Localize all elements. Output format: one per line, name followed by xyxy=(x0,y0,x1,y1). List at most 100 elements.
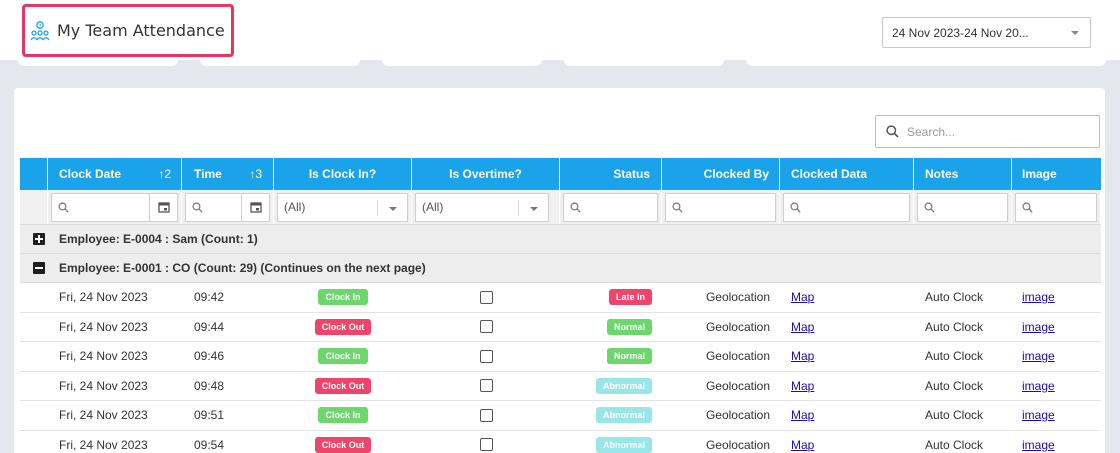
overtime-checkbox[interactable] xyxy=(479,349,493,363)
clock-type-badge: Clock In xyxy=(318,289,368,306)
clocked-by-text: Geolocation xyxy=(705,437,770,452)
cell-is-clock-in: Clock In xyxy=(274,401,412,430)
header-label: Is Overtime? xyxy=(449,167,522,181)
table-row[interactable]: Fri, 24 Nov 2023 09:54 Clock Out Abnormal Ge… xyxy=(20,430,1101,453)
cell-is-clock-in: Clock Out xyxy=(274,372,412,401)
search-icon xyxy=(192,202,203,213)
overtime-checkbox[interactable] xyxy=(479,408,493,422)
image-link[interactable]: image xyxy=(1022,349,1055,363)
row-spacer xyxy=(20,372,48,401)
cell-clocked-by: Geolocation xyxy=(662,431,780,453)
cell-image: image xyxy=(1012,401,1101,430)
data-rows: Fri, 24 Nov 2023 09:42 Clock In Late In Geol… xyxy=(20,283,1101,453)
calendar-button[interactable] xyxy=(150,192,178,222)
select-value: (All) xyxy=(422,200,444,214)
cell-is-overtime xyxy=(412,313,560,342)
table-row[interactable]: Fri, 24 Nov 2023 09:46 Clock In Normal Geolo… xyxy=(20,342,1101,372)
filter-clocked-by xyxy=(662,190,780,224)
cell-clock-date: Fri, 24 Nov 2023 xyxy=(48,401,182,430)
header-clocked-by[interactable]: Clocked By xyxy=(662,158,780,190)
clock-date-text: Fri, 24 Nov 2023 xyxy=(59,319,148,334)
header-is-overtime[interactable]: Is Overtime? xyxy=(412,158,560,190)
search-icon xyxy=(58,202,69,213)
filter-input[interactable] xyxy=(665,192,776,222)
search-input[interactable] xyxy=(907,124,1087,139)
header-time[interactable]: Time ↑3 xyxy=(182,158,274,190)
overtime-filter-select[interactable]: (All) xyxy=(415,192,549,222)
time-text: 09:44 xyxy=(194,319,225,334)
map-link[interactable]: Map xyxy=(791,320,814,334)
map-link[interactable]: Map xyxy=(791,290,814,304)
image-link[interactable]: image xyxy=(1022,320,1055,334)
cell-clock-date: Fri, 24 Nov 2023 xyxy=(48,342,182,371)
summary-tile xyxy=(564,58,724,66)
clock-in-filter-select[interactable]: (All) xyxy=(277,192,408,222)
status-badge: Abnormal xyxy=(595,377,652,394)
cell-clocked-data: Map xyxy=(780,313,914,342)
cell-clocked-data: Map xyxy=(780,283,914,312)
filter-input[interactable] xyxy=(51,192,150,222)
image-link[interactable]: image xyxy=(1022,438,1055,452)
filter-input[interactable] xyxy=(1015,192,1097,222)
map-link[interactable]: Map xyxy=(791,379,814,393)
map-link[interactable]: Map xyxy=(791,438,814,452)
overtime-checkbox[interactable] xyxy=(479,320,493,334)
header-label: Is Clock In? xyxy=(308,167,377,181)
map-link[interactable]: Map xyxy=(791,408,814,422)
chevron-down-icon xyxy=(389,206,397,211)
search-icon xyxy=(790,202,801,213)
cell-is-overtime xyxy=(412,431,560,453)
table-row[interactable]: Fri, 24 Nov 2023 09:51 Clock In Abnormal Geo… xyxy=(20,401,1101,431)
filter-input[interactable] xyxy=(917,192,1008,222)
header-status[interactable]: Status xyxy=(560,158,662,190)
overtime-checkbox[interactable] xyxy=(479,438,493,452)
date-range-select[interactable]: 24 Nov 2023-24 Nov 20... xyxy=(882,17,1091,48)
header-label: Status xyxy=(613,167,650,181)
cell-status: Normal xyxy=(560,342,662,371)
header-clock-date[interactable]: Clock Date ↑2 xyxy=(48,158,182,190)
image-link[interactable]: image xyxy=(1022,408,1055,422)
status-badge: Abnormal xyxy=(595,436,652,453)
collapse-icon[interactable] xyxy=(33,262,45,274)
search-icon xyxy=(570,202,581,213)
table-row[interactable]: Fri, 24 Nov 2023 09:48 Clock Out Abnormal Ge… xyxy=(20,371,1101,401)
image-link[interactable]: image xyxy=(1022,290,1055,304)
map-link[interactable]: Map xyxy=(791,349,814,363)
header-image[interactable]: Image xyxy=(1012,158,1101,190)
image-link[interactable]: image xyxy=(1022,379,1055,393)
cell-image: image xyxy=(1012,431,1101,453)
cell-time: 09:44 xyxy=(182,313,274,342)
header-is-clock-in[interactable]: Is Clock In? xyxy=(274,158,412,190)
calendar-icon xyxy=(249,202,262,213)
overtime-checkbox[interactable] xyxy=(479,379,493,393)
header-label: Clocked By xyxy=(703,167,769,181)
cell-is-overtime xyxy=(412,342,560,371)
cell-is-clock-in: Clock Out xyxy=(274,431,412,453)
search-icon xyxy=(886,125,899,138)
search-box[interactable] xyxy=(875,115,1100,148)
filter-input[interactable] xyxy=(783,192,910,222)
overtime-checkbox[interactable] xyxy=(479,290,493,304)
header-notes[interactable]: Notes xyxy=(914,158,1012,190)
group-row[interactable]: Employee: E-0004 : Sam (Count: 1) xyxy=(20,225,1101,254)
group-label: Employee: E-0001 : CO (Count: 29) (Conti… xyxy=(59,261,426,275)
chevron-down-icon xyxy=(530,206,538,211)
table-row[interactable]: Fri, 24 Nov 2023 09:44 Clock Out Normal Geol… xyxy=(20,312,1101,342)
header-clocked-data[interactable]: Clocked Data xyxy=(780,158,914,190)
table-row[interactable]: Fri, 24 Nov 2023 09:42 Clock In Late In Geol… xyxy=(20,283,1101,313)
summary-tile xyxy=(382,58,542,66)
expand-icon[interactable] xyxy=(33,233,45,245)
filter-input[interactable] xyxy=(563,192,658,222)
clock-date-text: Fri, 24 Nov 2023 xyxy=(59,437,148,452)
filter-image xyxy=(1012,190,1101,224)
status-badge: Normal xyxy=(606,348,652,365)
page-title-box: My Team Attendance xyxy=(22,4,234,57)
cell-clocked-by: Geolocation xyxy=(662,313,780,342)
time-text: 09:51 xyxy=(194,408,225,423)
clock-date-text: Fri, 24 Nov 2023 xyxy=(59,290,148,305)
summary-tile xyxy=(746,58,1106,66)
group-row[interactable]: Employee: E-0001 : CO (Count: 29) (Conti… xyxy=(20,254,1101,283)
filter-is-clock-in: (All) xyxy=(274,190,412,224)
filter-input[interactable] xyxy=(185,192,242,222)
calendar-button[interactable] xyxy=(242,192,270,222)
